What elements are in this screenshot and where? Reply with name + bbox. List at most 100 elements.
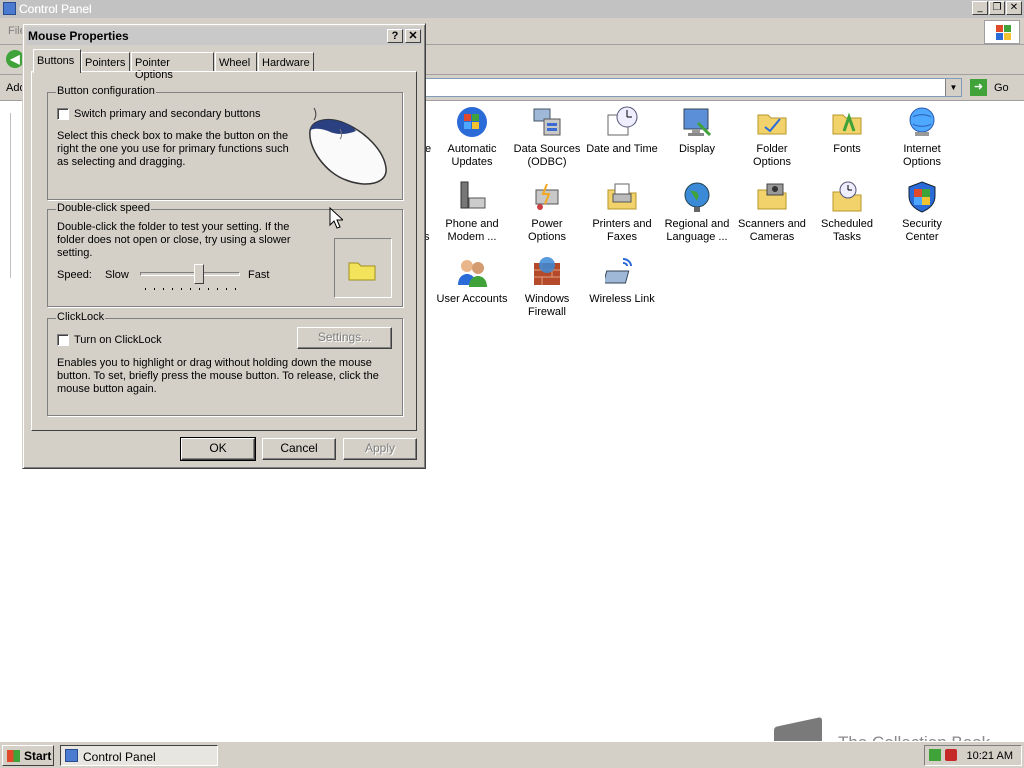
- chevron-down-icon[interactable]: ▼: [945, 79, 961, 96]
- buttons-tab-panel: Button configuration Switch primary and …: [31, 71, 417, 431]
- network-icon[interactable]: [929, 749, 941, 761]
- dialog-title: Mouse Properties: [28, 29, 129, 43]
- apply-button[interactable]: Apply: [343, 438, 417, 460]
- restore-button[interactable]: ❐: [989, 1, 1005, 15]
- clicklock-settings-button[interactable]: Settings...: [297, 327, 392, 349]
- minimize-button[interactable]: _: [972, 1, 988, 15]
- automatic-updates-icon: [457, 107, 487, 137]
- slider-tick: [217, 288, 218, 290]
- folder-options-icon: [757, 114, 787, 135]
- tab-pointers[interactable]: Pointers: [81, 52, 130, 72]
- clicklock-label[interactable]: Turn on ClickLock: [74, 334, 162, 347]
- scheduled-tasks-icon: [832, 181, 862, 212]
- double-click-speed-group: Double-click speed Double-click the fold…: [47, 202, 403, 307]
- dialog-close-button[interactable]: ✕: [405, 29, 421, 43]
- slider-tick: [181, 288, 182, 290]
- slider-tick: [226, 288, 227, 290]
- cancel-button[interactable]: Cancel: [262, 438, 336, 460]
- cp-item-security-center[interactable]: Security Center: [886, 180, 958, 244]
- test-folder-area[interactable]: [334, 238, 392, 298]
- cp-item-scheduled-tasks[interactable]: Scheduled Tasks: [811, 180, 883, 244]
- printers-icon: [607, 183, 637, 210]
- power-options-icon: [535, 183, 559, 210]
- switch-buttons-label[interactable]: Switch primary and secondary buttons: [74, 108, 260, 121]
- tab-hardware[interactable]: Hardware: [258, 52, 314, 72]
- go-button[interactable]: ➜ Go: [968, 79, 1018, 97]
- tab-buttons[interactable]: Buttons: [33, 49, 81, 73]
- tab-wheel[interactable]: Wheel: [215, 52, 257, 72]
- cp-item-regional-language[interactable]: Regional and Language ...: [661, 180, 733, 244]
- slider-tick: [199, 288, 200, 290]
- double-click-description: Double-click the folder to test your set…: [57, 221, 291, 259]
- double-click-speed-slider[interactable]: [140, 264, 240, 294]
- cp-item-power-options[interactable]: Power Options: [511, 180, 583, 244]
- cp-item-windows-firewall[interactable]: Windows Firewall: [511, 255, 583, 319]
- cp-item-automatic-updates[interactable]: Automatic Updates: [436, 105, 508, 169]
- go-arrow-icon: ➜: [970, 79, 987, 96]
- control-panel-titlebar[interactable]: Control Panel _ ❐ ✕: [0, 0, 1024, 18]
- ok-button[interactable]: OK: [180, 437, 256, 461]
- help-button[interactable]: ?: [387, 29, 403, 43]
- taskbar-item-control-panel[interactable]: Control Panel: [60, 745, 218, 766]
- clicklock-checkbox[interactable]: [57, 334, 69, 346]
- slider-tick: [163, 288, 164, 290]
- start-button[interactable]: Start: [2, 745, 54, 766]
- slow-label: Slow: [105, 269, 129, 281]
- cp-item-printers-faxes[interactable]: Printers and Faxes: [586, 180, 658, 244]
- regional-icon: [684, 182, 710, 212]
- group-label: Button configuration: [56, 85, 156, 97]
- control-panel-icon: [65, 749, 78, 762]
- cp-item-display[interactable]: Display: [661, 105, 733, 156]
- cp-item-scanners-cameras[interactable]: Scanners and Cameras: [736, 180, 808, 244]
- folder-icon[interactable]: [348, 259, 376, 281]
- cp-item-data-sources[interactable]: Data Sources (ODBC): [511, 105, 583, 169]
- cp-item-date-time[interactable]: Date and Time: [586, 105, 658, 156]
- button-configuration-group: Button configuration Switch primary and …: [47, 85, 403, 200]
- group-label: ClickLock: [56, 311, 106, 323]
- cp-item-wireless-link[interactable]: Wireless Link: [586, 255, 658, 306]
- slider-tick: [154, 288, 155, 290]
- phone-modem-icon: [460, 181, 486, 209]
- security-center-icon: [908, 181, 936, 213]
- wireless-link-icon: [605, 258, 632, 284]
- slider-tick: [235, 288, 236, 290]
- mouse-properties-dialog: Mouse Properties ? ✕ Buttons Pointers Po…: [22, 23, 426, 469]
- clicklock-description: Enables you to highlight or drag without…: [57, 357, 379, 395]
- fast-label: Fast: [248, 269, 270, 281]
- cp-item-user-accounts[interactable]: User Accounts: [436, 255, 508, 306]
- slider-track[interactable]: [140, 272, 240, 276]
- mouse-icon: [309, 107, 387, 185]
- cp-item-phone-modem[interactable]: Phone and Modem ...: [436, 180, 508, 244]
- taskbar: Start Control Panel 10:21 AM: [0, 741, 1024, 768]
- slider-tick: [172, 288, 173, 290]
- button-config-description: Select this check box to make the button…: [57, 130, 289, 168]
- slider-tick: [208, 288, 209, 290]
- firewall-icon: [534, 257, 560, 285]
- control-panel-icon: [3, 2, 16, 15]
- fonts-icon: [832, 112, 862, 135]
- cp-item-fonts[interactable]: Fonts: [811, 105, 883, 156]
- windows-logo-icon: [984, 20, 1020, 44]
- clock[interactable]: 10:21 AM: [967, 750, 1013, 762]
- slider-tick: [145, 288, 146, 290]
- switch-buttons-checkbox[interactable]: [57, 108, 69, 120]
- slider-thumb[interactable]: [194, 264, 204, 284]
- system-tray: 10:21 AM: [924, 745, 1022, 766]
- group-label: Double-click speed: [56, 202, 151, 214]
- control-panel-title: Control Panel: [19, 2, 92, 16]
- data-sources-icon: [533, 108, 561, 136]
- tab-pointer-options[interactable]: Pointer Options: [131, 52, 214, 81]
- cp-item-folder-options[interactable]: Folder Options: [736, 105, 808, 169]
- scanners-icon: [757, 183, 787, 210]
- slider-tick: [190, 288, 191, 290]
- date-time-icon: [607, 106, 638, 136]
- speed-label: Speed:: [57, 269, 92, 281]
- display-icon: [683, 108, 712, 137]
- user-accounts-icon: [458, 260, 487, 287]
- go-label: Go: [994, 82, 1009, 94]
- dialog-titlebar[interactable]: Mouse Properties ? ✕: [26, 27, 422, 45]
- cp-item-internet-options[interactable]: Internet Options: [886, 105, 958, 169]
- clicklock-group: ClickLock Turn on ClickLock Settings... …: [47, 311, 403, 416]
- security-alert-icon[interactable]: [945, 749, 957, 761]
- close-button[interactable]: ✕: [1006, 1, 1022, 15]
